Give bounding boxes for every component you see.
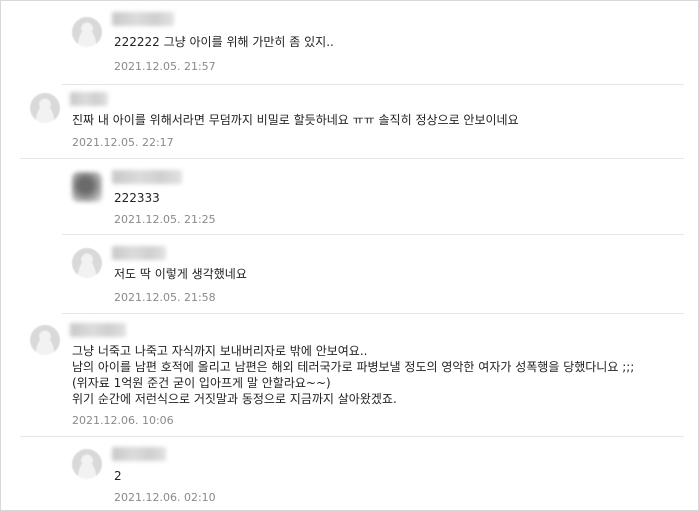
comment-text: 2 xyxy=(114,469,122,483)
author-name-blurred[interactable] xyxy=(112,12,174,26)
divider xyxy=(20,436,684,437)
author-name-blurred[interactable] xyxy=(70,323,126,337)
comment-date: 2021.12.05. 21:25 xyxy=(114,213,216,226)
comment-date: 2021.12.06. 02:10 xyxy=(114,491,216,504)
author-name-blurred[interactable] xyxy=(112,246,166,260)
comment-panel xyxy=(0,0,699,511)
author-name-blurred[interactable] xyxy=(112,170,182,184)
comment-text-line: 위기 순간에 저런식으로 거짓말과 동정으로 지금까지 살아왔겠죠. xyxy=(72,392,397,406)
comment-text: 222333 xyxy=(114,191,160,205)
author-name-blurred[interactable] xyxy=(112,447,166,461)
divider xyxy=(62,234,684,235)
comment-text: 222222 그냥 아이를 위해 가만히 좀 있지.. xyxy=(114,35,334,49)
comment-text-line: 남의 아이를 남편 호적에 올리고 남편은 해외 테러국가로 파병보낼 정도의 … xyxy=(72,360,635,374)
comment-text-line: 그냥 너죽고 나죽고 자식까지 보내버리자로 밖에 안보여요.. xyxy=(72,344,368,358)
avatar[interactable] xyxy=(72,17,102,47)
comment-date: 2021.12.05. 22:17 xyxy=(72,136,174,149)
divider xyxy=(20,158,684,159)
avatar[interactable] xyxy=(72,449,102,479)
comment-date: 2021.12.05. 21:58 xyxy=(114,291,216,304)
comment-date: 2021.12.06. 10:06 xyxy=(72,414,174,427)
avatar[interactable] xyxy=(72,248,102,278)
comment-date: 2021.12.05. 21:57 xyxy=(114,60,216,73)
avatar[interactable] xyxy=(72,172,102,202)
comment-text: 저도 딱 이렇게 생각했네요 xyxy=(114,267,247,281)
avatar[interactable] xyxy=(30,325,60,355)
divider xyxy=(62,313,684,314)
comment-text-line: (위자료 1억원 준건 굳이 입아프게 말 안할라요~~) xyxy=(72,376,331,390)
author-name-blurred[interactable] xyxy=(70,92,108,106)
divider xyxy=(62,84,684,85)
comment-text: 진짜 내 아이를 위해서라면 무덤까지 비밀로 할듯하네요 ㅠㅠ 솔직히 정상으… xyxy=(72,113,519,127)
avatar[interactable] xyxy=(30,93,60,123)
